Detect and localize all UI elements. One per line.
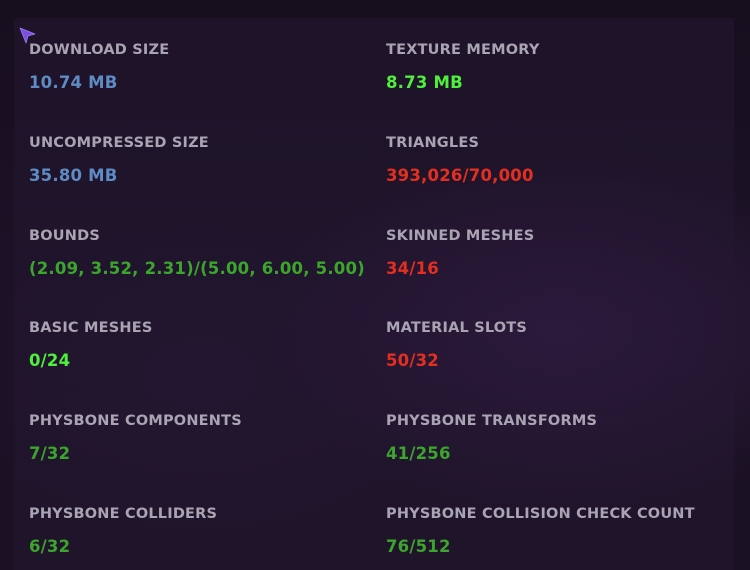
- stat-value: 8.73 MB: [386, 73, 463, 92]
- stat-value: 6/32: [29, 537, 71, 556]
- stat-physbone-transforms: PHYSBONE TRANSFORMS 41/256: [386, 413, 726, 463]
- stat-skinned-meshes: SKINNED MESHES 34/16: [386, 228, 726, 278]
- stats-panel: [14, 18, 734, 570]
- stat-value: 41/256: [386, 444, 451, 463]
- stat-value: 50/32: [386, 351, 439, 370]
- stat-label: PHYSBONE TRANSFORMS: [386, 413, 598, 429]
- stat-label: BOUNDS: [29, 228, 100, 244]
- stat-value: 10.74 MB: [29, 73, 118, 92]
- stat-uncompressed-size: UNCOMPRESSED SIZE 35.80 MB: [29, 135, 369, 185]
- stat-download-size: DOWNLOAD SIZE 10.74 MB: [29, 42, 369, 92]
- stat-label: BASIC MESHES: [29, 320, 153, 336]
- stat-physbone-collision-check-count: PHYSBONE COLLISION CHECK COUNT 76/512: [386, 506, 726, 556]
- stat-label: SKINNED MESHES: [386, 228, 535, 244]
- stat-value: 0/24: [29, 351, 71, 370]
- stat-label: TEXTURE MEMORY: [386, 42, 540, 58]
- stat-value: 7/32: [29, 444, 71, 463]
- stat-label: UNCOMPRESSED SIZE: [29, 135, 209, 151]
- stat-label: PHYSBONE COMPONENTS: [29, 413, 242, 429]
- stat-label: MATERIAL SLOTS: [386, 320, 528, 336]
- stat-label: PHYSBONE COLLISION CHECK COUNT: [386, 506, 695, 522]
- stat-basic-meshes: BASIC MESHES 0/24: [29, 320, 369, 370]
- stat-material-slots: MATERIAL SLOTS 50/32: [386, 320, 726, 370]
- stat-label: PHYSBONE COLLIDERS: [29, 506, 218, 522]
- stat-value: 393,026/70,000: [386, 166, 534, 185]
- stat-triangles: TRIANGLES 393,026/70,000: [386, 135, 726, 185]
- stat-bounds: BOUNDS (2.09, 3.52, 2.31)/(5.00, 6.00, 5…: [29, 228, 369, 278]
- stat-physbone-colliders: PHYSBONE COLLIDERS 6/32: [29, 506, 369, 556]
- stat-label: DOWNLOAD SIZE: [29, 42, 170, 58]
- stat-physbone-components: PHYSBONE COMPONENTS 7/32: [29, 413, 369, 463]
- stat-label: TRIANGLES: [386, 135, 480, 151]
- stat-texture-memory: TEXTURE MEMORY 8.73 MB: [386, 42, 726, 92]
- stat-value: 76/512: [386, 537, 451, 556]
- stat-value: 34/16: [386, 259, 439, 278]
- stat-value: 35.80 MB: [29, 166, 118, 185]
- stat-value: (2.09, 3.52, 2.31)/(5.00, 6.00, 5.00): [29, 259, 365, 278]
